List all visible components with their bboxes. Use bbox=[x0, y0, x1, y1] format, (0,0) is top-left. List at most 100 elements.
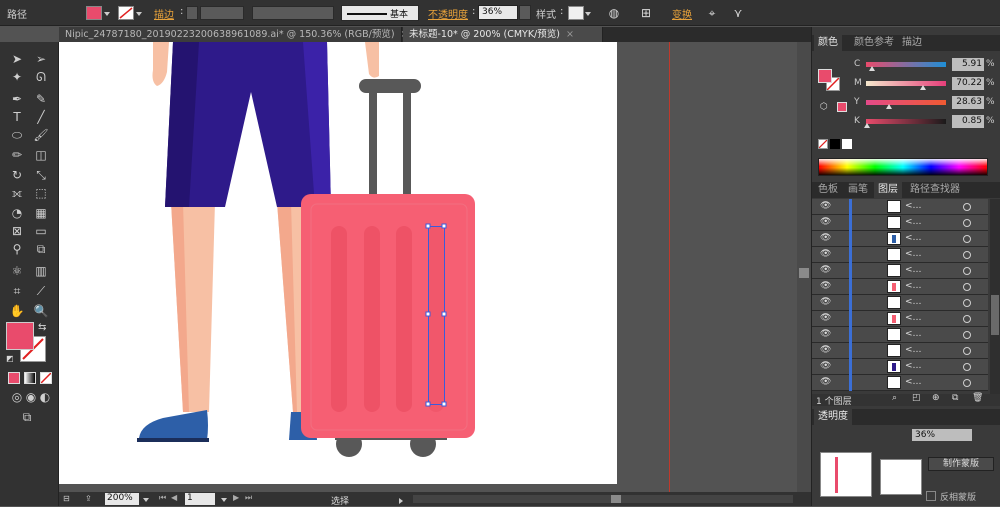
pen-tool-icon[interactable]: ✒ bbox=[8, 90, 26, 108]
black-slider-thumb[interactable] bbox=[864, 123, 870, 128]
target-icon[interactable] bbox=[963, 299, 971, 307]
selection-tool-icon[interactable]: ➤ bbox=[8, 50, 26, 68]
opacity-dropdown[interactable] bbox=[519, 5, 531, 20]
fill-color-box[interactable] bbox=[6, 322, 34, 350]
stroke-weight-stepper[interactable] bbox=[186, 6, 198, 20]
layer-name[interactable]: <… bbox=[905, 233, 922, 243]
target-icon[interactable] bbox=[963, 267, 971, 275]
locate-object-icon[interactable]: ⌕ bbox=[892, 393, 897, 403]
eye-icon[interactable]: 👁 bbox=[820, 346, 831, 355]
symbol-sprayer-tool-icon[interactable]: ⚛ bbox=[8, 262, 26, 280]
blend-tool-icon[interactable]: ⧉ bbox=[32, 240, 50, 258]
left-shoe[interactable] bbox=[139, 410, 208, 440]
black-value[interactable]: 0.85 bbox=[952, 115, 984, 128]
rotate-tool-icon[interactable]: ↻ bbox=[8, 166, 26, 184]
magenta-slider[interactable]: M 70.22 % bbox=[854, 77, 999, 92]
artboard-number-field[interactable]: 1 bbox=[185, 493, 215, 505]
opacity-field[interactable]: 36% bbox=[478, 5, 518, 20]
white-swatch[interactable] bbox=[842, 139, 852, 149]
fill-swatch[interactable] bbox=[86, 6, 102, 20]
layer-name[interactable]: <… bbox=[905, 313, 922, 323]
zoom-field[interactable]: 200% bbox=[105, 493, 139, 505]
layer-name[interactable]: <… bbox=[905, 249, 922, 259]
close-icon[interactable]: × bbox=[566, 29, 574, 40]
make-mask-button[interactable]: 制作蒙版 bbox=[928, 457, 994, 471]
last-artboard-icon[interactable]: ⏭ bbox=[245, 493, 252, 503]
object-thumbnail[interactable] bbox=[820, 452, 872, 497]
layer-row[interactable]: 👁 <… bbox=[812, 359, 988, 375]
tab-brushes[interactable]: 画笔 bbox=[844, 182, 872, 198]
curvature-tool-icon[interactable]: ✎ bbox=[32, 90, 50, 108]
stroke-weight-field[interactable] bbox=[200, 6, 244, 20]
horizontal-scrollbar[interactable] bbox=[413, 495, 793, 503]
layers-scrollbar[interactable] bbox=[990, 199, 1000, 394]
trash-icon[interactable]: 🗑 bbox=[972, 393, 983, 403]
pencil-tool-icon[interactable]: ✏ bbox=[8, 146, 26, 164]
recolor-icon[interactable]: ◍ bbox=[606, 5, 622, 21]
artboard-nav-icon[interactable]: ⊟ bbox=[63, 494, 77, 504]
canvas-area[interactable] bbox=[59, 42, 811, 492]
layer-name[interactable]: <… bbox=[905, 377, 922, 387]
color-spectrum[interactable] bbox=[818, 158, 988, 176]
next-artboard-icon[interactable]: ▶ bbox=[233, 493, 239, 502]
fill-dropdown-arrow[interactable] bbox=[104, 12, 110, 16]
yellow-slider-thumb[interactable] bbox=[886, 104, 892, 109]
column-graph-tool-icon[interactable]: ▥ bbox=[32, 262, 50, 280]
target-icon[interactable] bbox=[963, 283, 971, 291]
variable-width-dropdown[interactable] bbox=[252, 6, 334, 20]
lasso-tool-icon[interactable]: ᘏ bbox=[32, 68, 50, 86]
graphic-style-swatch[interactable] bbox=[568, 6, 584, 20]
artboard-tool-icon[interactable]: ⌗ bbox=[8, 282, 26, 300]
layer-name[interactable]: <… bbox=[905, 297, 922, 307]
layers-scrollbar-thumb[interactable] bbox=[991, 295, 999, 335]
selection-handle[interactable] bbox=[425, 401, 431, 407]
eye-icon[interactable]: 👁 bbox=[820, 218, 831, 227]
target-icon[interactable] bbox=[963, 251, 971, 259]
layer-row[interactable]: 👁 <… bbox=[812, 327, 988, 343]
layer-list[interactable]: 👁 <… 👁 <… 👁 <… 👁 <… 👁 <… 👁 <… 👁 <… 👁 <… 👁 <… 👁 <… 👁 <… 👁 <… bbox=[812, 199, 1000, 394]
yellow-slider[interactable]: Y 28.63 % bbox=[854, 96, 999, 111]
layer-row[interactable]: 👁 <… bbox=[812, 343, 988, 359]
artboard[interactable] bbox=[59, 42, 617, 484]
gradient-mode-button[interactable] bbox=[24, 372, 36, 384]
eye-icon[interactable]: 👁 bbox=[820, 202, 831, 211]
layer-row[interactable]: 👁 <… bbox=[812, 247, 988, 263]
new-layer-icon[interactable]: ⧉ bbox=[952, 393, 958, 403]
layer-row[interactable]: 👁 <… bbox=[812, 295, 988, 311]
tab-color-guide[interactable]: 颜色参考 bbox=[850, 35, 898, 51]
type-tool-icon[interactable]: T bbox=[8, 108, 26, 126]
none-swatch[interactable] bbox=[818, 139, 828, 149]
eyedropper-tool-icon[interactable]: ⚲ bbox=[8, 240, 26, 258]
eye-icon[interactable]: 👁 bbox=[820, 250, 831, 259]
free-transform-tool-icon[interactable]: ⬚ bbox=[32, 184, 50, 202]
magic-wand-tool-icon[interactable]: ✦ bbox=[8, 68, 26, 86]
options-icon[interactable]: ⋎ bbox=[730, 5, 746, 21]
cyan-slider[interactable]: C 5.91 % bbox=[854, 58, 999, 73]
selection-handle[interactable] bbox=[441, 223, 447, 229]
graphic-style-arrow[interactable] bbox=[585, 12, 591, 16]
horizontal-scrollbar-thumb[interactable] bbox=[611, 495, 621, 503]
black-slider[interactable]: K 0.85 % bbox=[854, 115, 999, 130]
handle-grip[interactable] bbox=[359, 79, 421, 93]
selection-handle[interactable] bbox=[425, 223, 431, 229]
layer-name[interactable]: <… bbox=[905, 345, 922, 355]
layer-name[interactable]: <… bbox=[905, 217, 922, 227]
layer-name[interactable]: <… bbox=[905, 281, 922, 291]
swap-fill-stroke-icon[interactable]: ⇆ bbox=[38, 322, 46, 333]
panel-fill-swatch[interactable] bbox=[818, 69, 832, 83]
stroke-label[interactable]: 描边 bbox=[154, 6, 174, 21]
vertical-scrollbar-thumb[interactable] bbox=[799, 268, 809, 278]
tab-pathfinder[interactable]: 路径查找器 bbox=[906, 182, 964, 198]
selection-handle[interactable] bbox=[425, 311, 431, 317]
eye-icon[interactable]: 👁 bbox=[820, 362, 831, 371]
eye-icon[interactable]: 👁 bbox=[820, 234, 831, 243]
layer-row[interactable]: 👁 <… bbox=[812, 199, 988, 215]
target-icon[interactable] bbox=[963, 347, 971, 355]
mesh-tool-icon[interactable]: ⊠ bbox=[8, 222, 26, 240]
tab-swatches[interactable]: 色板 bbox=[814, 182, 842, 198]
eraser-tool-icon[interactable]: ◫ bbox=[32, 146, 50, 164]
target-icon[interactable] bbox=[963, 379, 971, 387]
transform-label[interactable]: 变换 bbox=[672, 6, 692, 21]
artboard-dropdown-arrow[interactable] bbox=[221, 498, 227, 502]
cyan-slider-thumb[interactable] bbox=[869, 66, 875, 71]
